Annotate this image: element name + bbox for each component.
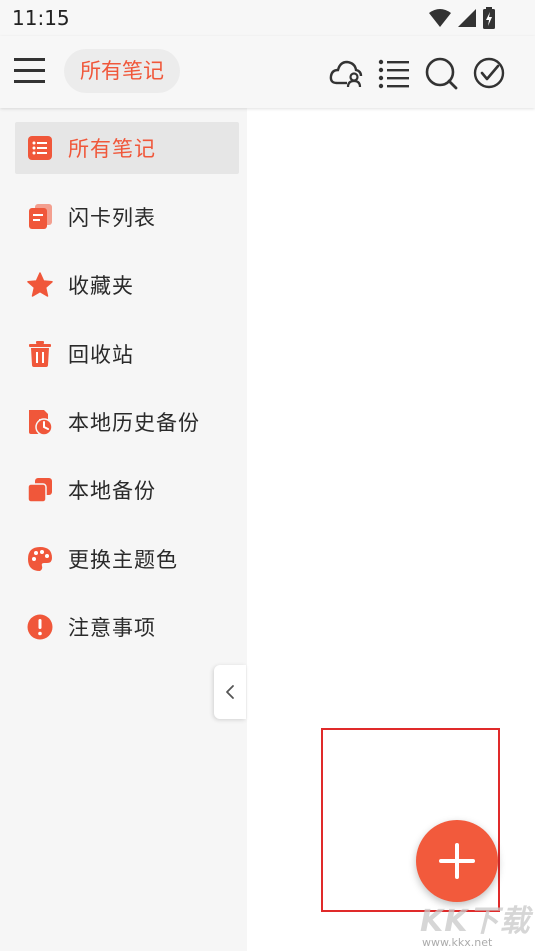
local-backup-icon: [27, 478, 52, 503]
signal-icon: [458, 9, 476, 27]
notebook-title: 所有笔记: [80, 59, 164, 83]
sidebar-item-recycle-bin[interactable]: 回收站: [15, 328, 239, 380]
history-backup-icon: [29, 410, 53, 435]
notes-list-icon: [28, 136, 52, 160]
status-time: 11:15: [12, 6, 70, 30]
list-view-icon[interactable]: [377, 56, 411, 90]
sidebar-item-change-theme[interactable]: 更换主题色: [15, 533, 239, 585]
sidebar-item-label: 注意事项: [68, 616, 156, 640]
palette-icon: [28, 547, 52, 571]
sidebar-item-favorites[interactable]: 收藏夹: [15, 259, 239, 311]
sidebar-item-local-backup[interactable]: 本地备份: [15, 464, 239, 516]
sidebar-item-label: 更换主题色: [68, 548, 178, 572]
battery-icon: [483, 7, 495, 29]
sidebar-item-label: 所有笔记: [68, 137, 156, 161]
status-icons: [429, 7, 495, 29]
check-circle-icon[interactable]: [472, 56, 506, 90]
collapse-sidebar-button[interactable]: [214, 665, 246, 719]
sidebar-item-local-history-backup[interactable]: 本地历史备份: [15, 396, 239, 448]
app-bar: 所有笔记: [0, 36, 535, 108]
sidebar-item-flashcards[interactable]: 闪卡列表: [15, 191, 239, 243]
sidebar-item-label: 收藏夹: [68, 274, 134, 298]
sidebar-item-all-notes[interactable]: 所有笔记: [15, 122, 239, 174]
menu-button[interactable]: [14, 56, 48, 88]
search-icon[interactable]: [424, 56, 458, 90]
watermark-url: www.kkx.net: [422, 936, 493, 949]
hamburger-icon: [14, 58, 45, 83]
watermark-logo: KK下载: [420, 904, 531, 939]
cloud-account-icon[interactable]: [329, 56, 363, 90]
sidebar-item-label: 闪卡列表: [68, 206, 156, 230]
alert-icon: [27, 614, 53, 640]
chevron-left-icon: [226, 685, 234, 699]
flashcard-icon: [29, 204, 52, 229]
sidebar-item-notes-attention[interactable]: 注意事项: [15, 601, 239, 653]
sidebar-item-label: 本地历史备份: [68, 411, 200, 435]
trash-icon: [29, 341, 51, 367]
star-icon: [27, 272, 53, 297]
wifi-icon: [429, 9, 451, 27]
notebook-selector[interactable]: 所有笔记: [64, 49, 180, 93]
plus-icon: [439, 843, 475, 879]
sidebar-item-label: 回收站: [68, 343, 134, 367]
status-bar: 11:15: [0, 0, 535, 36]
sidebar-item-label: 本地备份: [68, 479, 156, 503]
add-note-button[interactable]: [416, 820, 498, 902]
